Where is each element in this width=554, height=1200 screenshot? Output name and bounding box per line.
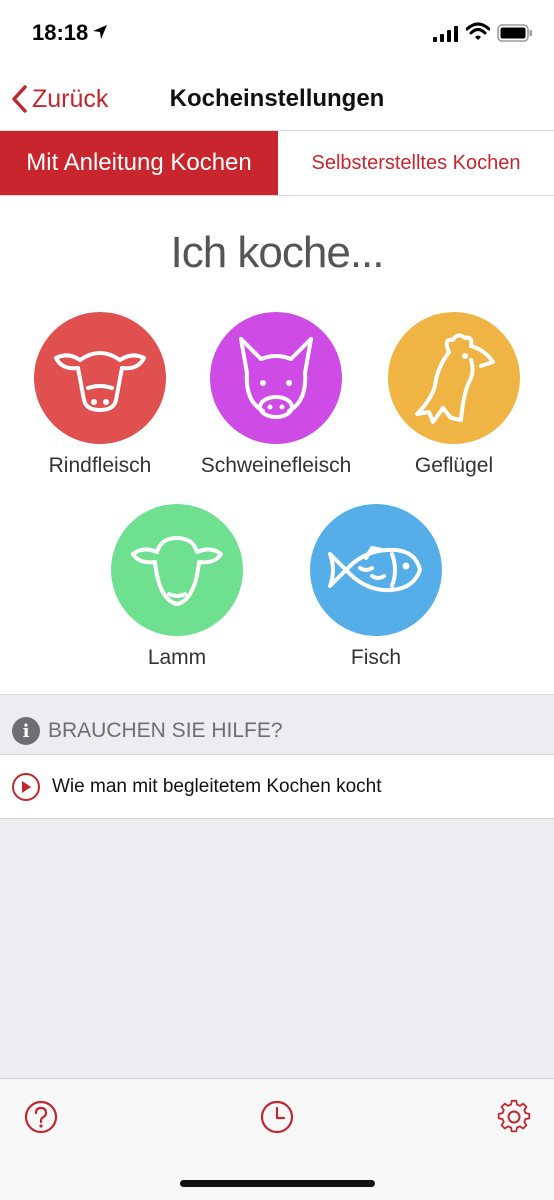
location-arrow-icon	[93, 25, 107, 39]
play-icon	[12, 772, 40, 801]
section-heading: Ich koche...	[170, 228, 384, 277]
battery-icon	[497, 24, 532, 42]
tab-guided-cooking[interactable]: Mit Anleitung Kochen	[0, 131, 278, 195]
pig-icon	[239, 337, 313, 419]
animal-circle	[388, 312, 520, 444]
back-label: Zurück	[32, 84, 109, 113]
animal-option-poultry[interactable]: Geflügel	[354, 312, 554, 492]
help-icon[interactable]	[23, 1099, 59, 1135]
animal-option-fish[interactable]: Fisch	[276, 504, 476, 684]
animal-label: Geflügel	[414, 454, 494, 477]
animal-circle	[210, 312, 342, 444]
animal-label: Schweinefleisch	[200, 454, 352, 477]
wifi-icon	[466, 22, 490, 40]
help-title: BRAUCHEN SIE HILFE?	[48, 719, 283, 742]
home-indicator	[180, 1180, 375, 1187]
cooking-mode-segmented-control: Mit Anleitung Kochen Selbsterstelltes Ko…	[0, 130, 554, 196]
cow-icon	[54, 351, 146, 412]
animal-label: Lamm	[147, 646, 207, 669]
chicken-icon	[415, 333, 495, 424]
chevron-left-icon	[12, 85, 27, 113]
signal-icon	[433, 26, 458, 42]
animal-circle	[111, 504, 243, 636]
animal-label: Fisch	[350, 646, 402, 669]
help-video-link[interactable]: Wie man mit begleitetem Kochen kocht	[0, 754, 554, 819]
back-button[interactable]: Zurück	[10, 82, 108, 116]
fish-icon	[328, 546, 422, 593]
tab-custom-cooking[interactable]: Selbsterstelltes Kochen	[278, 131, 554, 195]
animal-option-pork[interactable]: Schweinefleisch	[176, 312, 376, 492]
animal-option-lamb[interactable]: Lamm	[77, 504, 277, 684]
status-bar: 18:18	[0, 0, 554, 70]
sheep-icon	[131, 536, 223, 606]
status-time: 18:18	[32, 20, 89, 45]
info-icon: i	[12, 717, 40, 745]
help-section: i BRAUCHEN SIE HILFE? Wie man mit beglei…	[0, 694, 554, 1078]
help-row-label: Wie man mit begleitetem Kochen kocht	[52, 775, 382, 797]
help-header: i BRAUCHEN SIE HILFE?	[12, 717, 283, 745]
timer-icon[interactable]	[259, 1099, 295, 1135]
settings-icon[interactable]	[496, 1099, 532, 1135]
animal-circle	[310, 504, 442, 636]
animal-option-beef[interactable]: Rindfleisch	[0, 312, 200, 492]
navigation-bar: Kocheinstellungen Zurück	[0, 70, 554, 130]
animal-label: Rindfleisch	[48, 454, 152, 477]
animal-circle	[34, 312, 166, 444]
